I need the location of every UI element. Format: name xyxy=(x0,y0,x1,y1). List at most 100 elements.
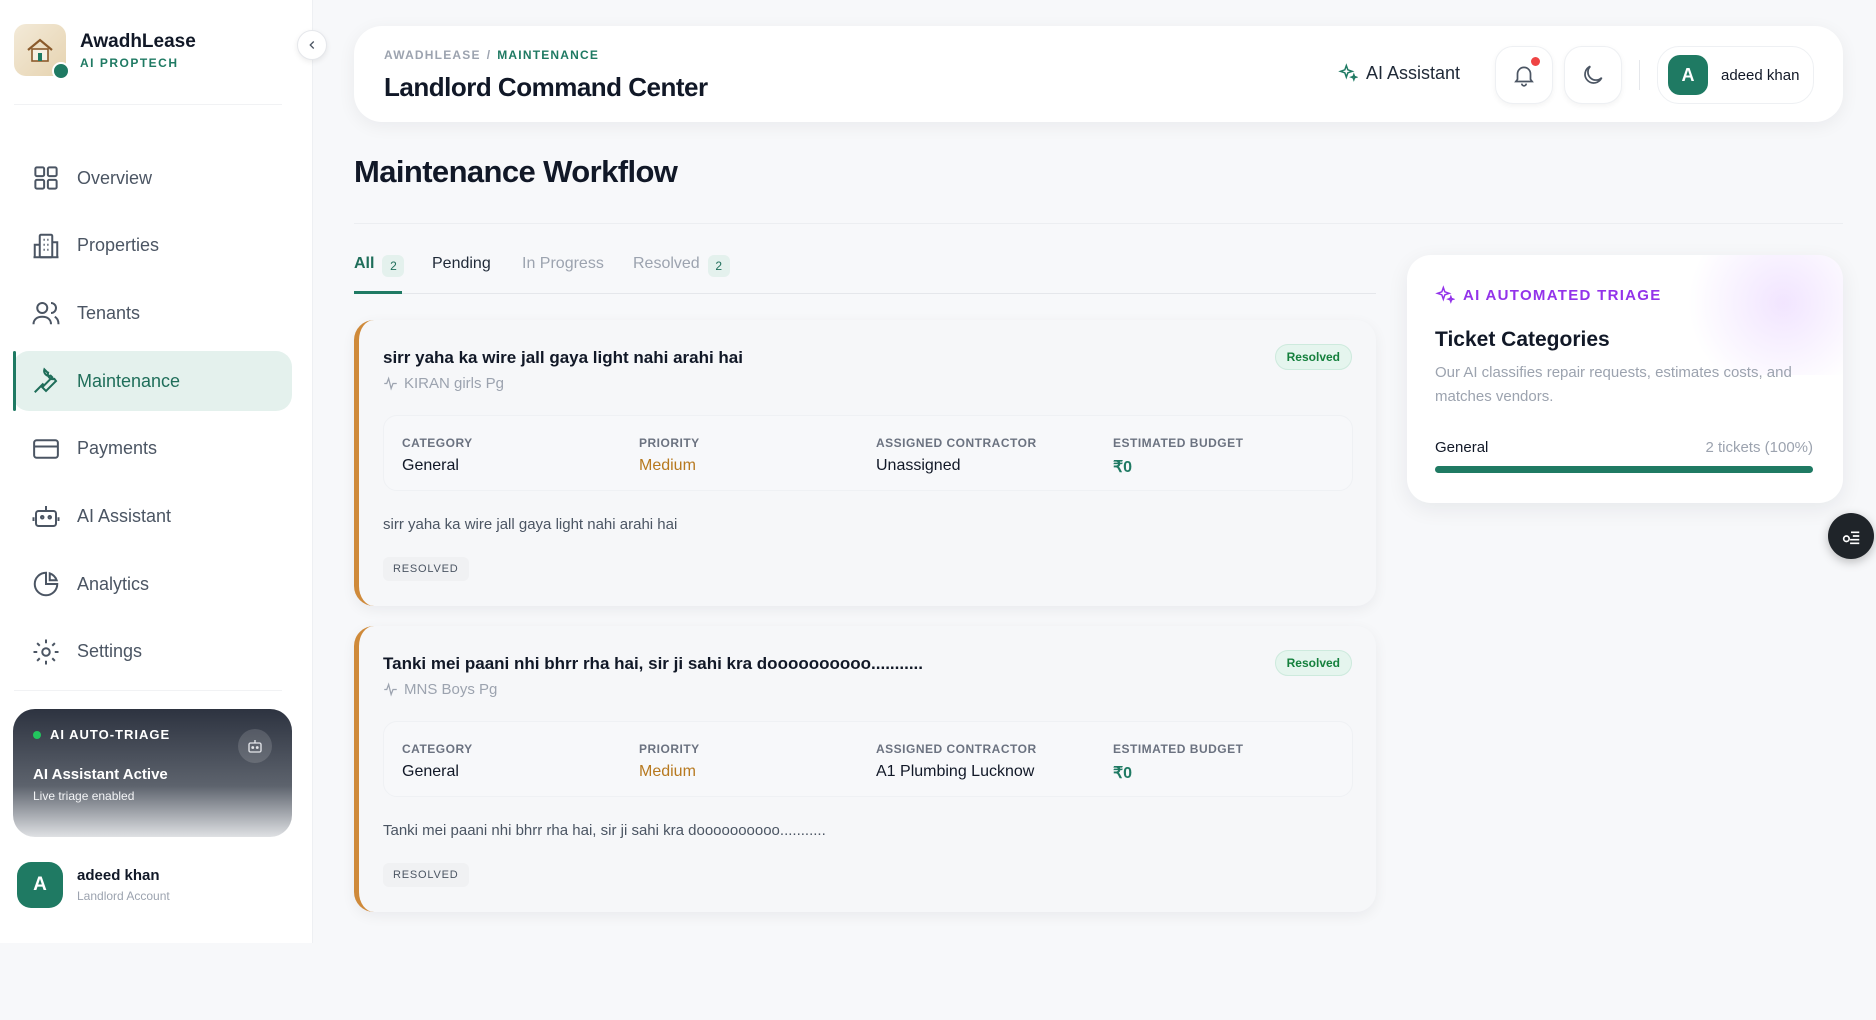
field-label: ESTIMATED BUDGET xyxy=(1113,742,1244,756)
field-label: PRIORITY xyxy=(639,742,700,756)
user-menu[interactable]: A adeed khan xyxy=(1657,46,1814,104)
panel-title: Ticket Categories xyxy=(1435,328,1610,351)
notifications-button[interactable] xyxy=(1495,46,1553,104)
ticket-property: KIRAN girls Pg xyxy=(383,375,504,392)
sparkles-icon xyxy=(1435,285,1455,304)
theme-toggle-button[interactable] xyxy=(1564,46,1622,104)
category-count: 2 tickets (100%) xyxy=(1705,439,1813,456)
ai-triage-card: AI AUTO-TRIAGE AI Assistant Active Live … xyxy=(13,709,292,837)
contractor-value: A1 Plumbing Lucknow xyxy=(876,763,1035,780)
floating-menu-button[interactable] xyxy=(1828,513,1874,559)
budget-value: ₹0 xyxy=(1113,765,1133,782)
tab-label: Pending xyxy=(432,255,491,272)
sidebar-item-label: Payments xyxy=(77,438,158,459)
page-title: Landlord Command Center xyxy=(384,72,708,102)
ticket-title: sirr yaha ka wire jall gaya light nahi a… xyxy=(383,348,743,367)
field-label: CATEGORY xyxy=(402,436,473,450)
priority-value: Medium xyxy=(639,763,696,780)
sidebar-item-properties[interactable]: Properties xyxy=(13,216,292,276)
bell-icon xyxy=(1514,66,1534,87)
category-field: CATEGORY General xyxy=(402,436,473,475)
credit-card-icon xyxy=(33,439,59,459)
wrench-icon xyxy=(34,367,58,394)
sidebar-divider xyxy=(14,104,282,105)
sidebar: AwadhLease AI PROPTECH Overview Properti… xyxy=(0,0,313,943)
breadcrumb-root[interactable]: AWADHLEASE xyxy=(384,48,481,62)
sidebar-item-settings[interactable]: Settings xyxy=(13,622,292,682)
property-name: KIRAN girls Pg xyxy=(404,375,505,392)
tab-label: All xyxy=(354,255,375,272)
gear-icon xyxy=(33,639,59,665)
sidebar-user[interactable]: A adeed khan Landlord Account xyxy=(17,862,170,908)
tab-all[interactable]: All 2 xyxy=(354,252,405,294)
sidebar-item-tenants[interactable]: Tenants xyxy=(13,283,292,343)
panel-badge-label: AI AUTOMATED TRIAGE xyxy=(1463,286,1662,304)
ticket-property: MNS Boys Pg xyxy=(383,681,497,698)
tab-pending[interactable]: Pending xyxy=(432,252,491,294)
sidebar-item-maintenance[interactable]: Maintenance xyxy=(13,351,292,412)
tab-count-badge: 2 xyxy=(382,255,405,277)
budget-field: ESTIMATED BUDGET ₹0 xyxy=(1113,742,1243,783)
category-name: General xyxy=(1435,439,1489,456)
status-badge: Resolved xyxy=(1274,344,1352,370)
category-row: General 2 tickets (100%) xyxy=(1435,439,1813,456)
priority-field: PRIORITY Medium xyxy=(639,742,700,781)
category-field: CATEGORY General xyxy=(402,742,473,781)
activity-icon xyxy=(384,376,397,391)
building-icon xyxy=(33,233,59,258)
contractor-value: Unassigned xyxy=(876,457,961,474)
sidebar-nav: Overview Properties Tenants Maintenance … xyxy=(13,148,292,690)
top-header: AWADHLEASE / MAINTENANCE Landlord Command … xyxy=(354,26,1843,122)
triage-subtitle: Live triage enabled xyxy=(33,789,135,803)
sidebar-item-payments[interactable]: Payments xyxy=(13,419,292,479)
sidebar-item-label: Overview xyxy=(77,167,153,188)
panel-glow xyxy=(1643,255,1843,375)
section-divider xyxy=(354,223,1843,224)
ticket-status-tag: RESOLVED xyxy=(383,863,469,887)
field-label: CATEGORY xyxy=(402,742,473,756)
ticket-description: sirr yaha ka wire jall gaya light nahi a… xyxy=(383,516,678,533)
ticket-details: CATEGORY General PRIORITY Medium ASSIGNED … xyxy=(383,415,1353,491)
brand-name: AwadhLease xyxy=(80,30,196,52)
sidebar-item-ai-assistant[interactable]: AI Assistant xyxy=(13,486,292,546)
ticket-card[interactable]: Tanki mei paani nhi bhrr rha hai, sir ji… xyxy=(354,626,1376,912)
breadcrumb: AWADHLEASE / MAINTENANCE xyxy=(384,48,599,62)
chevron-left-icon xyxy=(309,41,315,49)
tab-in-progress[interactable]: In Progress xyxy=(522,252,604,294)
ticket-details: CATEGORY General PRIORITY Medium ASSIGNED … xyxy=(383,721,1353,797)
field-label: ESTIMATED BUDGET xyxy=(1113,436,1244,450)
field-label: PRIORITY xyxy=(639,436,700,450)
category-value: General xyxy=(402,457,459,474)
status-dot xyxy=(33,730,41,739)
budget-field: ESTIMATED BUDGET ₹0 xyxy=(1113,436,1243,477)
tab-label: In Progress xyxy=(522,255,604,272)
sidebar-item-analytics[interactable]: Analytics xyxy=(13,554,292,614)
pie-chart-icon xyxy=(33,571,59,597)
user-role: Landlord Account xyxy=(77,889,170,903)
section-title: Maintenance Workflow xyxy=(354,154,678,189)
header-divider xyxy=(1639,60,1640,90)
robot-icon xyxy=(32,506,60,528)
sidebar-item-label: Settings xyxy=(77,641,143,662)
field-label: ASSIGNED CONTRACTOR xyxy=(876,742,1037,756)
filter-list-icon xyxy=(1842,531,1860,545)
ticket-card[interactable]: sirr yaha ka wire jall gaya light nahi a… xyxy=(354,320,1376,606)
ai-assistant-label: AI Assistant xyxy=(1366,62,1461,83)
ticket-title: Tanki mei paani nhi bhrr rha hai, sir ji… xyxy=(383,654,923,673)
tab-resolved[interactable]: Resolved 2 xyxy=(633,252,730,294)
sparkle-badge-icon xyxy=(52,62,70,80)
contractor-field: ASSIGNED CONTRACTOR A1 Plumbing Lucknow xyxy=(876,742,1037,781)
sidebar-item-label: AI Assistant xyxy=(77,505,172,526)
sidebar-item-overview[interactable]: Overview xyxy=(13,148,292,208)
panel-description: Our AI classifies repair requests, estim… xyxy=(1435,364,1792,405)
collapse-sidebar-button[interactable] xyxy=(297,30,327,60)
robot-icon[interactable] xyxy=(238,729,272,763)
breadcrumb-current: MAINTENANCE xyxy=(497,48,600,62)
ai-assistant-button[interactable]: AI Assistant xyxy=(1338,56,1460,90)
user-name: adeed khan xyxy=(1721,66,1800,84)
activity-icon xyxy=(384,682,397,697)
status-tabs: All 2 Pending In Progress Resolved 2 xyxy=(354,252,1376,294)
breadcrumb-separator: / xyxy=(486,48,492,62)
brand-tagline: AI PROPTECH xyxy=(80,55,179,70)
brand[interactable]: AwadhLease AI PROPTECH xyxy=(14,24,196,80)
